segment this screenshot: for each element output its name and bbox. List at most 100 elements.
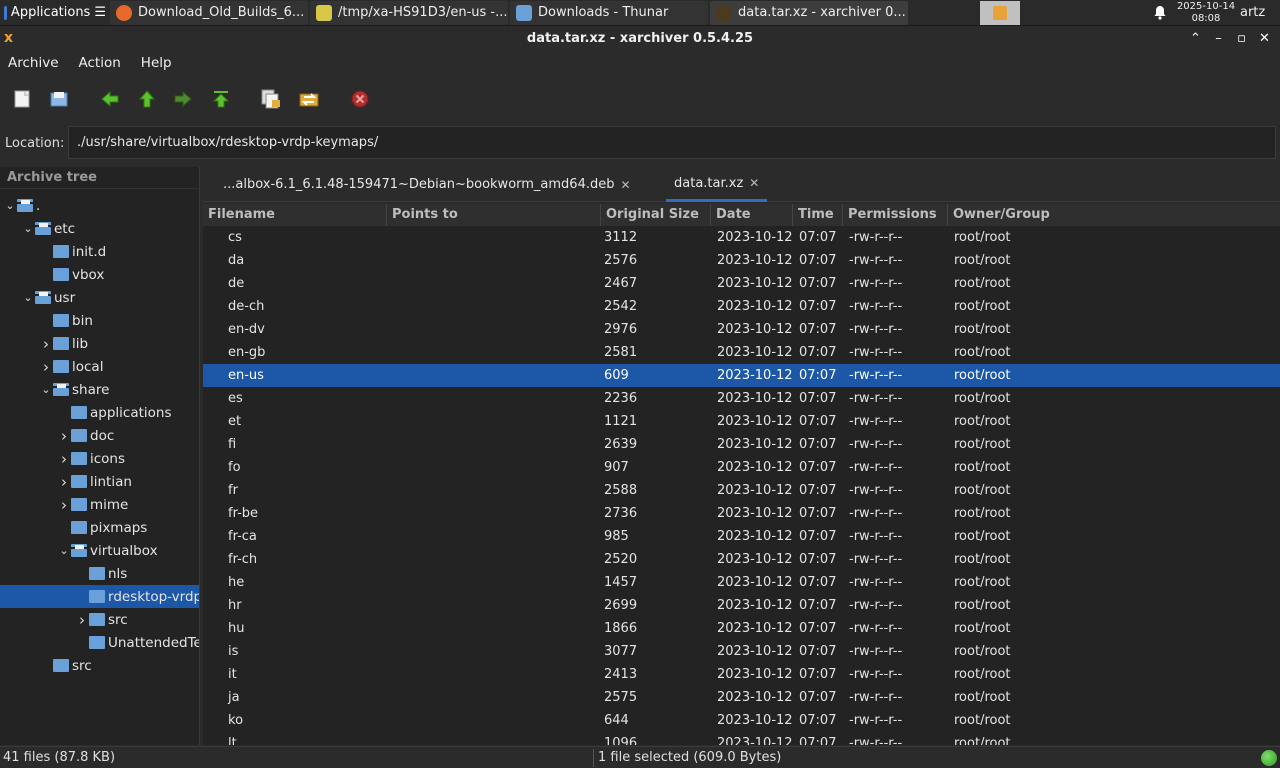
file-row[interactable]: is 3077 2023-10-12 07:07 -rw-r--r-- root/root bbox=[203, 640, 1280, 663]
workspace-4[interactable] bbox=[1106, 1, 1146, 25]
file-row[interactable]: it 2413 2023-10-12 07:07 -rw-r--r-- root/root bbox=[203, 663, 1280, 686]
file-row[interactable]: lt 1096 2023-10-12 07:07 -rw-r--r-- root/root bbox=[203, 732, 1280, 745]
file-row[interactable]: en-dv 2976 2023-10-12 07:07 -rw-r--r-- root/r… bbox=[203, 318, 1280, 341]
tree-node[interactable]: › lintian bbox=[0, 470, 199, 493]
file-row[interactable]: da 2576 2023-10-12 07:07 -rw-r--r-- root/root bbox=[203, 249, 1280, 272]
tree-node[interactable]: vbox bbox=[0, 263, 199, 286]
chevron-right-icon[interactable]: › bbox=[57, 450, 71, 468]
task-label: data.tar.xz - xarchiver 0... bbox=[738, 5, 906, 20]
taskbar-task-text-editor[interactable]: /tmp/xa-HS91D3/en-us -... bbox=[310, 0, 508, 25]
extract-button[interactable] bbox=[258, 86, 284, 112]
chevron-right-icon[interactable]: › bbox=[57, 427, 71, 445]
column-permissions[interactable]: Permissions bbox=[843, 204, 948, 226]
file-row[interactable]: de-ch 2542 2023-10-12 07:07 -rw-r--r-- root/r… bbox=[203, 295, 1280, 318]
file-row[interactable]: hu 1866 2023-10-12 07:07 -rw-r--r-- root/root bbox=[203, 617, 1280, 640]
chevron-right-icon[interactable]: › bbox=[39, 335, 53, 353]
tree-node[interactable]: › src bbox=[0, 608, 199, 631]
tree-node[interactable]: › local bbox=[0, 355, 199, 378]
file-row[interactable]: en-gb 2581 2023-10-12 07:07 -rw-r--r-- root/r… bbox=[203, 341, 1280, 364]
status-bar: 41 files (87.8 KB) 1 file selected (609.… bbox=[0, 746, 1280, 768]
tree-node[interactable]: pixmaps bbox=[0, 516, 199, 539]
chevron-right-icon[interactable]: › bbox=[57, 496, 71, 514]
taskbar-task-thunar[interactable]: Downloads - Thunar bbox=[510, 0, 708, 25]
file-row[interactable]: et 1121 2023-10-12 07:07 -rw-r--r-- root/root bbox=[203, 410, 1280, 433]
file-row[interactable]: fr-ca 985 2023-10-12 07:07 -rw-r--r-- root/ro… bbox=[203, 525, 1280, 548]
workspace-1[interactable] bbox=[980, 0, 1020, 25]
file-row[interactable]: fr-be 2736 2023-10-12 07:07 -rw-r--r-- root/r… bbox=[203, 502, 1280, 525]
column-points-to[interactable]: Points to bbox=[387, 204, 601, 226]
tree-node[interactable]: ⌄ share bbox=[0, 378, 199, 401]
file-row[interactable]: en-us 609 2023-10-12 07:07 -rw-r--r-- root/ro… bbox=[203, 364, 1280, 387]
taskbar-task-firefox[interactable]: Download_Old_Builds_6... bbox=[110, 0, 308, 25]
close-tab-icon[interactable]: ✕ bbox=[749, 176, 759, 190]
stop-button[interactable] bbox=[347, 86, 373, 112]
tree-node[interactable]: UnattendedTe bbox=[0, 631, 199, 654]
column-original-size[interactable]: Original Size bbox=[601, 204, 711, 226]
file-row[interactable]: fi 2639 2023-10-12 07:07 -rw-r--r-- root/root bbox=[203, 433, 1280, 456]
location-input[interactable]: ./usr/share/virtualbox/rdesktop-vrdp-key… bbox=[68, 126, 1276, 159]
tree-node[interactable]: src bbox=[0, 654, 199, 677]
tree-node[interactable]: bin bbox=[0, 309, 199, 332]
file-row[interactable]: es 2236 2023-10-12 07:07 -rw-r--r-- root/root bbox=[203, 387, 1280, 410]
tree-node[interactable]: › mime bbox=[0, 493, 199, 516]
tab-deb-archive[interactable]: ...albox-6.1_6.1.48-159471~Debian~bookwo… bbox=[215, 167, 639, 202]
tree-node[interactable]: nls bbox=[0, 562, 199, 585]
file-row[interactable]: ja 2575 2023-10-12 07:07 -rw-r--r-- root/root bbox=[203, 686, 1280, 709]
menu-archive[interactable]: Archive bbox=[8, 55, 59, 71]
tree-node[interactable]: › doc bbox=[0, 424, 199, 447]
file-row[interactable]: ko 644 2023-10-12 07:07 -rw-r--r-- root/root bbox=[203, 709, 1280, 732]
add-files-button[interactable] bbox=[296, 86, 322, 112]
tab-data-tar-xz[interactable]: data.tar.xz ✕ bbox=[666, 167, 768, 202]
new-archive-button[interactable] bbox=[9, 86, 35, 112]
tree-node[interactable]: › lib bbox=[0, 332, 199, 355]
tree-node[interactable]: ⌄. bbox=[0, 194, 199, 217]
close-tab-icon[interactable]: ✕ bbox=[620, 178, 630, 192]
menu-help[interactable]: Help bbox=[141, 55, 172, 71]
bell-icon[interactable] bbox=[1148, 5, 1172, 20]
column-owner-group[interactable]: Owner/Group bbox=[948, 204, 1280, 226]
tree-node[interactable]: applications bbox=[0, 401, 199, 424]
file-row[interactable]: hr 2699 2023-10-12 07:07 -rw-r--r-- root/root bbox=[203, 594, 1280, 617]
chevron-down-icon[interactable]: ⌄ bbox=[21, 291, 35, 304]
menu-action[interactable]: Action bbox=[79, 55, 121, 71]
file-owner: root/root bbox=[954, 299, 1011, 314]
chevron-down-icon[interactable]: ⌄ bbox=[21, 222, 35, 235]
close-icon[interactable]: ✕ bbox=[1253, 31, 1276, 46]
user-menu[interactable]: artz bbox=[1240, 5, 1280, 20]
column-filename[interactable]: Filename bbox=[203, 204, 387, 226]
task-label: Downloads - Thunar bbox=[538, 5, 669, 20]
collapse-icon[interactable]: ⌃ bbox=[1184, 31, 1207, 46]
tree-node[interactable]: ⌄ etc bbox=[0, 217, 199, 240]
forward-button[interactable] bbox=[170, 86, 196, 112]
tree-node[interactable]: rdesktop-vrdp bbox=[0, 585, 199, 608]
tree-node[interactable]: ⌄ usr bbox=[0, 286, 199, 309]
top-button[interactable] bbox=[208, 86, 234, 112]
column-time[interactable]: Time bbox=[793, 204, 843, 226]
tree-node[interactable]: › icons bbox=[0, 447, 199, 470]
up-button[interactable] bbox=[134, 86, 160, 112]
file-row[interactable]: he 1457 2023-10-12 07:07 -rw-r--r-- root/root bbox=[203, 571, 1280, 594]
file-row[interactable]: de 2467 2023-10-12 07:07 -rw-r--r-- root/root bbox=[203, 272, 1280, 295]
chevron-right-icon[interactable]: › bbox=[75, 611, 89, 629]
file-row[interactable]: fo 907 2023-10-12 07:07 -rw-r--r-- root/root bbox=[203, 456, 1280, 479]
tree-node[interactable]: init.d bbox=[0, 240, 199, 263]
open-archive-button[interactable] bbox=[46, 86, 72, 112]
file-row[interactable]: fr-ch 2520 2023-10-12 07:07 -rw-r--r-- root/r… bbox=[203, 548, 1280, 571]
applications-menu[interactable]: Applications ☰ bbox=[0, 0, 110, 26]
file-row[interactable]: fr 2588 2023-10-12 07:07 -rw-r--r-- root/root bbox=[203, 479, 1280, 502]
chevron-right-icon[interactable]: › bbox=[39, 358, 53, 376]
minimize-icon[interactable]: – bbox=[1207, 31, 1230, 46]
tree-node[interactable]: ⌄ virtualbox bbox=[0, 539, 199, 562]
chevron-down-icon[interactable]: ⌄ bbox=[3, 199, 17, 212]
column-date[interactable]: Date bbox=[711, 204, 793, 226]
workspace-2[interactable] bbox=[1022, 1, 1062, 25]
taskbar-task-xarchiver[interactable]: data.tar.xz - xarchiver 0... bbox=[710, 0, 908, 25]
workspace-3[interactable] bbox=[1064, 1, 1104, 25]
chevron-right-icon[interactable]: › bbox=[57, 473, 71, 491]
chevron-down-icon[interactable]: ⌄ bbox=[39, 383, 53, 396]
clock[interactable]: 2025-10-14 08:08 bbox=[1172, 1, 1240, 25]
chevron-down-icon[interactable]: ⌄ bbox=[57, 544, 71, 557]
file-row[interactable]: cs 3112 2023-10-12 07:07 -rw-r--r-- root/root bbox=[203, 226, 1280, 249]
back-button[interactable] bbox=[97, 86, 123, 112]
maximize-icon[interactable]: ▫ bbox=[1230, 31, 1253, 46]
